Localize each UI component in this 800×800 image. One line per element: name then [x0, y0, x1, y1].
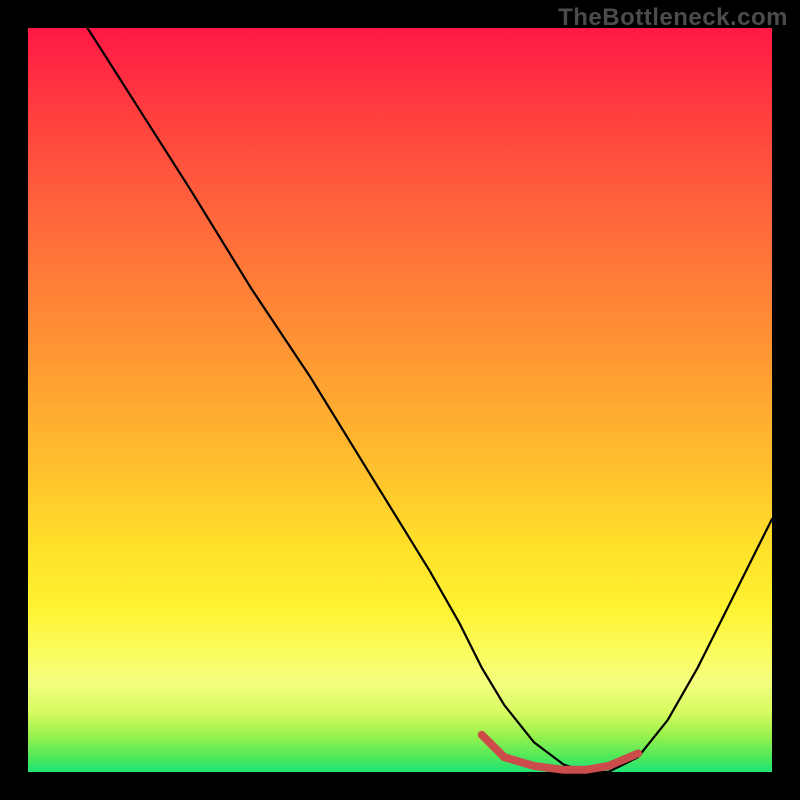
plot-area	[28, 28, 772, 772]
chart-frame: TheBottleneck.com	[0, 0, 800, 800]
chart-overlay	[28, 28, 772, 772]
line-highlight-valley	[482, 735, 638, 770]
line-curve-main	[88, 28, 773, 772]
watermark-text: TheBottleneck.com	[558, 4, 788, 32]
